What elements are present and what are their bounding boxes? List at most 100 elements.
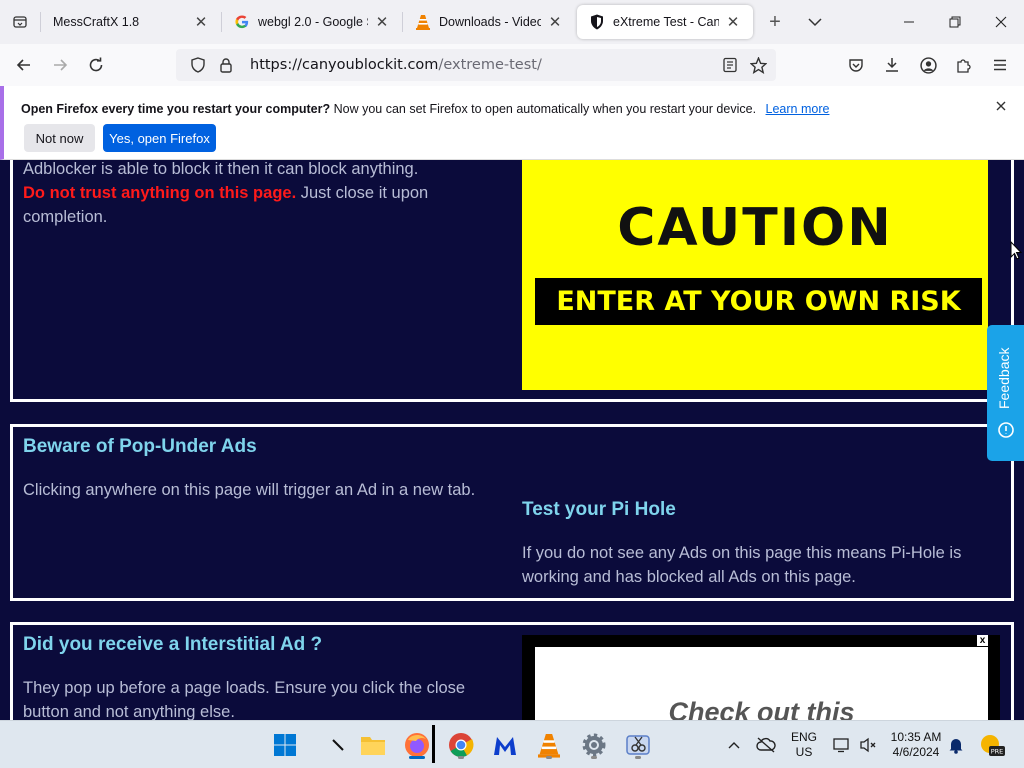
clock-date: 4/6/2024 — [892, 745, 940, 759]
start-button[interactable] — [269, 729, 301, 761]
chrome-button[interactable] — [445, 729, 477, 761]
malwarebytes-button[interactable] — [489, 729, 521, 761]
onedrive-status-button[interactable] — [750, 729, 782, 761]
account-button[interactable] — [910, 49, 946, 81]
warning-line-3: completion. — [23, 208, 108, 226]
lock-icon[interactable] — [212, 51, 240, 79]
reader-view-icon[interactable] — [716, 51, 744, 79]
mouse-cursor-icon — [1010, 241, 1022, 260]
reload-button[interactable] — [78, 49, 114, 81]
extensions-button[interactable] — [946, 49, 982, 81]
do-not-trust-text: Do not trust anything on this page. — [23, 184, 297, 202]
volume-button[interactable] — [852, 729, 884, 761]
downloads-button[interactable] — [874, 49, 910, 81]
firefox-button[interactable] — [401, 729, 433, 761]
download-icon — [886, 58, 898, 72]
file-explorer-button[interactable] — [357, 729, 389, 761]
bookmark-star-icon[interactable] — [744, 51, 772, 79]
tab-label: eXtreme Test - Can You — [613, 15, 719, 29]
yes-open-firefox-button[interactable]: Yes, open Firefox — [103, 124, 216, 152]
close-icon[interactable]: ✕ — [193, 14, 209, 31]
volume-muted-icon — [860, 737, 876, 753]
vlc-icon — [538, 734, 560, 758]
restore-button[interactable] — [932, 0, 978, 44]
pre-badge-icon: PRE — [981, 735, 1005, 756]
address-bar[interactable]: https://canyoublockit.com/extreme-test/ — [176, 49, 776, 81]
close-window-button[interactable] — [978, 0, 1024, 44]
url-host: https://canyoublockit.com — [250, 57, 439, 73]
snipping-tool-button[interactable] — [622, 729, 654, 761]
language-code: ENG — [790, 730, 817, 744]
reload-icon — [89, 57, 103, 72]
firefox-icon — [405, 733, 429, 757]
cloud-offline-icon — [756, 737, 776, 753]
new-tab-button[interactable]: + — [755, 0, 795, 44]
active-indicator — [409, 756, 425, 759]
minimize-button[interactable] — [886, 0, 932, 44]
chevron-down-icon — [808, 18, 822, 27]
tab-webgl-search[interactable]: webgl 2.0 - Google Sea ✕ — [222, 0, 402, 44]
notifications-button[interactable] — [940, 729, 972, 761]
warning-line-1: Adblocker is able to block it then it ca… — [23, 160, 419, 178]
interstitial-ad[interactable]: x Check out this — [522, 635, 1000, 720]
puzzle-icon — [957, 59, 971, 73]
menu-button[interactable] — [982, 49, 1018, 81]
interstitial-line-2: button and not anything else. — [23, 703, 235, 720]
tab-list-button[interactable] — [0, 0, 40, 44]
interstitial-line-1: They pop up before a page loads. Ensure … — [23, 679, 466, 697]
windows-icon — [274, 734, 296, 756]
caution-image: CAUTION ENTER AT YOUR OWN RISK — [522, 160, 988, 390]
bell-icon — [949, 739, 963, 754]
notification-title: Open Firefox every time you restart your… — [21, 102, 331, 116]
close-icon[interactable]: ✕ — [725, 14, 741, 31]
forward-button[interactable] — [42, 49, 78, 81]
url-text[interactable]: https://canyoublockit.com/extreme-test/ — [250, 57, 542, 73]
pi-hole-heading: Test your Pi Hole — [522, 499, 676, 520]
taskbar-pointer-app[interactable] — [322, 729, 354, 761]
pocket-button[interactable] — [838, 49, 874, 81]
tab-label: Downloads - VideoLAN — [439, 15, 541, 29]
weather-pre-button[interactable]: PRE — [976, 729, 1008, 761]
chrome-icon — [449, 733, 474, 758]
tracking-protection-icon[interactable] — [184, 51, 212, 79]
warning-text: Adblocker is able to block it then it ca… — [23, 160, 503, 229]
language-indicator[interactable]: ENG US — [786, 730, 822, 760]
divider — [432, 725, 435, 763]
restore-icon — [949, 16, 961, 28]
back-button[interactable] — [6, 49, 42, 81]
show-hidden-icons-button[interactable] — [718, 729, 750, 761]
settings-button[interactable] — [578, 729, 610, 761]
tab-list-icon — [13, 16, 27, 28]
tab-messcraftx[interactable]: MessCraftX 1.8 ✕ — [41, 0, 221, 44]
interstitial-text: They pop up before a page loads. Ensure … — [23, 676, 503, 720]
vlc-button[interactable] — [533, 729, 565, 761]
url-path: /extreme-test/ — [438, 57, 542, 73]
tab-extreme-test[interactable]: eXtreme Test - Can You ✕ — [577, 5, 753, 39]
list-all-tabs-button[interactable] — [795, 0, 835, 44]
tab-label: webgl 2.0 - Google Sea — [258, 15, 368, 29]
clock[interactable]: 10:35 AM 4/6/2024 — [884, 730, 948, 760]
pop-under-text: Clicking anywhere on this page will trig… — [23, 481, 476, 499]
minimize-icon — [904, 21, 914, 23]
keyboard-layout: US — [795, 745, 813, 759]
feedback-tab[interactable]: Feedback — [987, 325, 1024, 461]
learn-more-link[interactable]: Learn more — [766, 102, 830, 116]
ad-content[interactable]: Check out this — [535, 647, 988, 720]
ad-close-button[interactable]: x — [977, 635, 988, 646]
vlc-icon — [415, 14, 431, 30]
not-now-button[interactable]: Not now — [24, 124, 95, 152]
default-browser-notification: Open Firefox every time you restart your… — [0, 86, 1024, 160]
ad-text: Check out this — [668, 697, 855, 720]
pointer-icon — [332, 739, 344, 751]
tab-videolan[interactable]: Downloads - VideoLAN ✕ — [403, 0, 575, 44]
navigation-bar: https://canyoublockit.com/extreme-test/ — [0, 44, 1024, 86]
running-indicator — [635, 756, 641, 759]
notification-message: Open Firefox every time you restart your… — [21, 102, 829, 116]
shield-icon — [589, 14, 605, 30]
malwarebytes-icon — [494, 737, 516, 755]
close-notification-button[interactable] — [996, 98, 1006, 115]
close-icon[interactable]: ✕ — [374, 14, 390, 31]
pi-hole-line-2: working and has blocked all Ads on this … — [522, 568, 856, 586]
notification-text: Now you can set Firefox to open automati… — [333, 102, 757, 116]
close-icon[interactable]: ✕ — [547, 14, 563, 31]
